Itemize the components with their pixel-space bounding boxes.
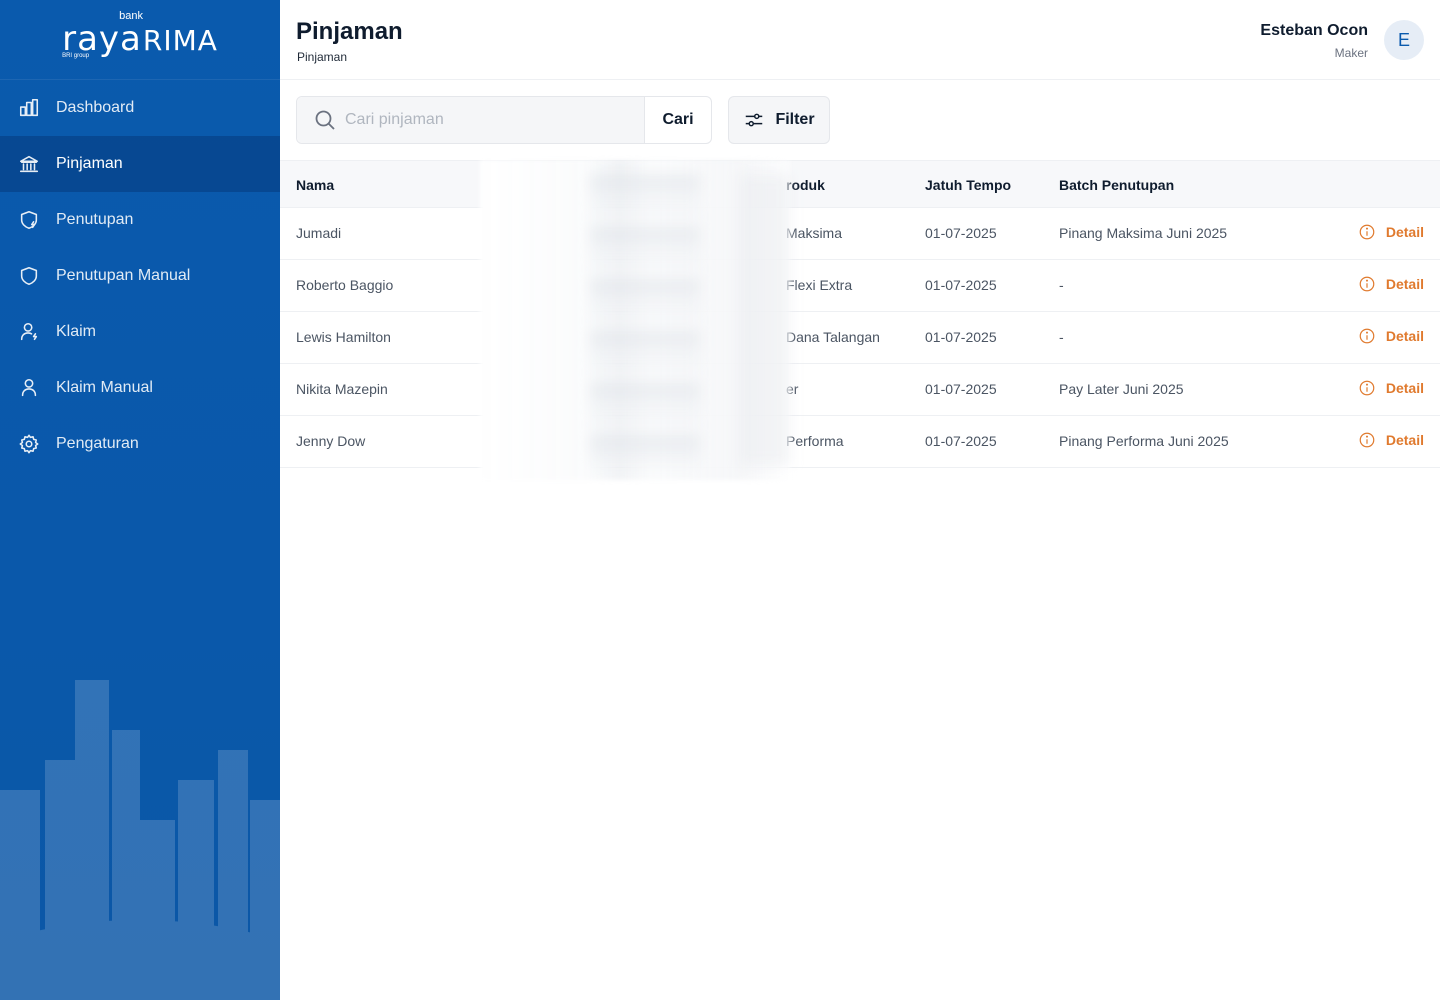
detail-label: Detail: [1385, 328, 1424, 344]
search-icon: [313, 108, 337, 132]
cell-jatuh-tempo: 01-07-2025: [925, 381, 997, 397]
user-bolt-icon: [18, 321, 40, 343]
detail-label: Detail: [1385, 432, 1424, 448]
shield-icon: [18, 265, 40, 287]
brand-logo[interactable]: bank raya RIMA BRI group: [0, 0, 280, 80]
search-input[interactable]: [345, 111, 625, 129]
cell-jatuh-tempo: 01-07-2025: [925, 329, 997, 345]
info-icon: [1359, 328, 1375, 344]
table-row: Lewis Hamilton Dana Talangan 01-07-2025 …: [280, 312, 1440, 364]
cell-batch: Pinang Maksima Juni 2025: [1059, 225, 1228, 241]
bank-building-icon: [18, 153, 40, 175]
sidebar-item-dashboard[interactable]: Dashboard: [0, 80, 280, 136]
cell-batch: -: [1059, 329, 1064, 345]
logo-group-text: BRI group: [62, 53, 90, 59]
cell-nama: Lewis Hamilton: [296, 329, 391, 345]
cell-produk: Dana Talangan: [786, 329, 880, 345]
sidebar-item-label: Dashboard: [56, 99, 135, 116]
info-icon: [1359, 224, 1375, 240]
user-role: Maker: [1334, 46, 1368, 60]
column-header-nama[interactable]: Nama: [296, 177, 334, 193]
sidebar-item-pengaturan[interactable]: Pengaturan: [0, 416, 280, 472]
cell-nama: Roberto Baggio: [296, 277, 394, 293]
city-skyline-decoration: [0, 680, 280, 1000]
table-header: Nama roduk Jatuh Tempo Batch Penutupan: [280, 160, 1440, 208]
sliders-icon: [746, 113, 763, 127]
avatar[interactable]: E: [1384, 20, 1424, 60]
redaction-blur: [590, 175, 700, 465]
search-box: Cari: [296, 96, 712, 144]
filter-button[interactable]: Filter: [728, 96, 830, 144]
sidebar-item-label: Pengaturan: [56, 435, 139, 452]
cell-jatuh-tempo: 01-07-2025: [925, 277, 997, 293]
logo-bank-text: bank: [119, 10, 143, 22]
cell-nama: Jumadi: [296, 225, 342, 241]
sidebar-item-label: Klaim Manual: [56, 379, 153, 396]
cell-batch: -: [1059, 277, 1064, 293]
breadcrumb[interactable]: Pinjaman: [297, 50, 347, 64]
detail-button[interactable]: Detail: [1358, 275, 1424, 293]
sidebar-item-klaim[interactable]: Klaim: [0, 304, 280, 360]
sidebar-item-label: Penutupan Manual: [56, 267, 191, 284]
sidebar-item-klaim-manual[interactable]: Klaim Manual: [0, 360, 280, 416]
redaction-blur: [740, 175, 790, 465]
column-header-batch-penutupan[interactable]: Batch Penutupan: [1059, 177, 1174, 193]
info-icon: [1359, 432, 1375, 448]
search-input-wrapper: [297, 97, 645, 143]
logo-raya-text: raya: [62, 19, 142, 59]
cell-nama: Jenny Dow: [296, 433, 366, 449]
detail-label: Detail: [1385, 380, 1424, 396]
table-row: Jumadi Maksima 01-07-2025 Pinang Maksima…: [280, 208, 1440, 260]
table-row: Nikita Mazepin er 01-07-2025 Pay Later J…: [280, 364, 1440, 416]
cell-produk: Performa: [786, 433, 844, 449]
detail-button[interactable]: Detail: [1358, 327, 1424, 345]
cell-batch: Pinang Performa Juni 2025: [1059, 433, 1229, 449]
cell-nama: Nikita Mazepin: [296, 381, 388, 397]
sidebar-item-label: Penutupan: [56, 211, 134, 228]
detail-button[interactable]: Detail: [1358, 379, 1424, 397]
info-icon: [1359, 380, 1375, 396]
page-header: Pinjaman Pinjaman Esteban Ocon Maker E: [280, 0, 1440, 80]
page-title: Pinjaman: [296, 18, 403, 45]
sidebar-item-pinjaman[interactable]: Pinjaman: [0, 136, 280, 192]
sidebar-item-penutupan[interactable]: Penutupan: [0, 192, 280, 248]
column-header-jatuh-tempo[interactable]: Jatuh Tempo: [925, 177, 1011, 193]
sidebar-item-label: Klaim: [56, 323, 97, 340]
logo-rima-text: RIMA: [142, 24, 218, 57]
cell-batch: Pay Later Juni 2025: [1059, 381, 1184, 397]
sidebar-nav: Dashboard Pinjaman Penutupan Penutupan M…: [0, 80, 280, 472]
loan-table: Nama roduk Jatuh Tempo Batch Penutupan J…: [280, 160, 1440, 468]
sidebar-item-label: Pinjaman: [56, 155, 123, 172]
cell-jatuh-tempo: 01-07-2025: [925, 433, 997, 449]
search-button[interactable]: Cari: [645, 97, 711, 143]
detail-button[interactable]: Detail: [1358, 431, 1424, 449]
sidebar-item-penutupan-manual[interactable]: Penutupan Manual: [0, 248, 280, 304]
column-header-produk[interactable]: roduk: [786, 177, 825, 193]
info-icon: [1359, 276, 1375, 292]
filter-button-label: Filter: [775, 111, 815, 128]
detail-label: Detail: [1385, 224, 1424, 240]
shield-bolt-icon: [18, 209, 40, 231]
user-icon: [18, 377, 40, 399]
cell-jatuh-tempo: 01-07-2025: [925, 225, 997, 241]
cell-produk: Maksima: [786, 225, 843, 241]
detail-button[interactable]: Detail: [1358, 223, 1424, 241]
detail-label: Detail: [1385, 276, 1424, 292]
chart-bar-icon: [18, 97, 40, 119]
gear-icon: [18, 433, 40, 455]
sidebar: bank raya RIMA BRI group Dashboard Pinja…: [0, 0, 280, 1000]
user-name: Esteban Ocon: [1260, 22, 1368, 39]
table-row: Roberto Baggio Flexi Extra 01-07-2025 - …: [280, 260, 1440, 312]
cell-produk: Flexi Extra: [786, 277, 853, 293]
table-row: Jenny Dow Performa 01-07-2025 Pinang Per…: [280, 416, 1440, 468]
